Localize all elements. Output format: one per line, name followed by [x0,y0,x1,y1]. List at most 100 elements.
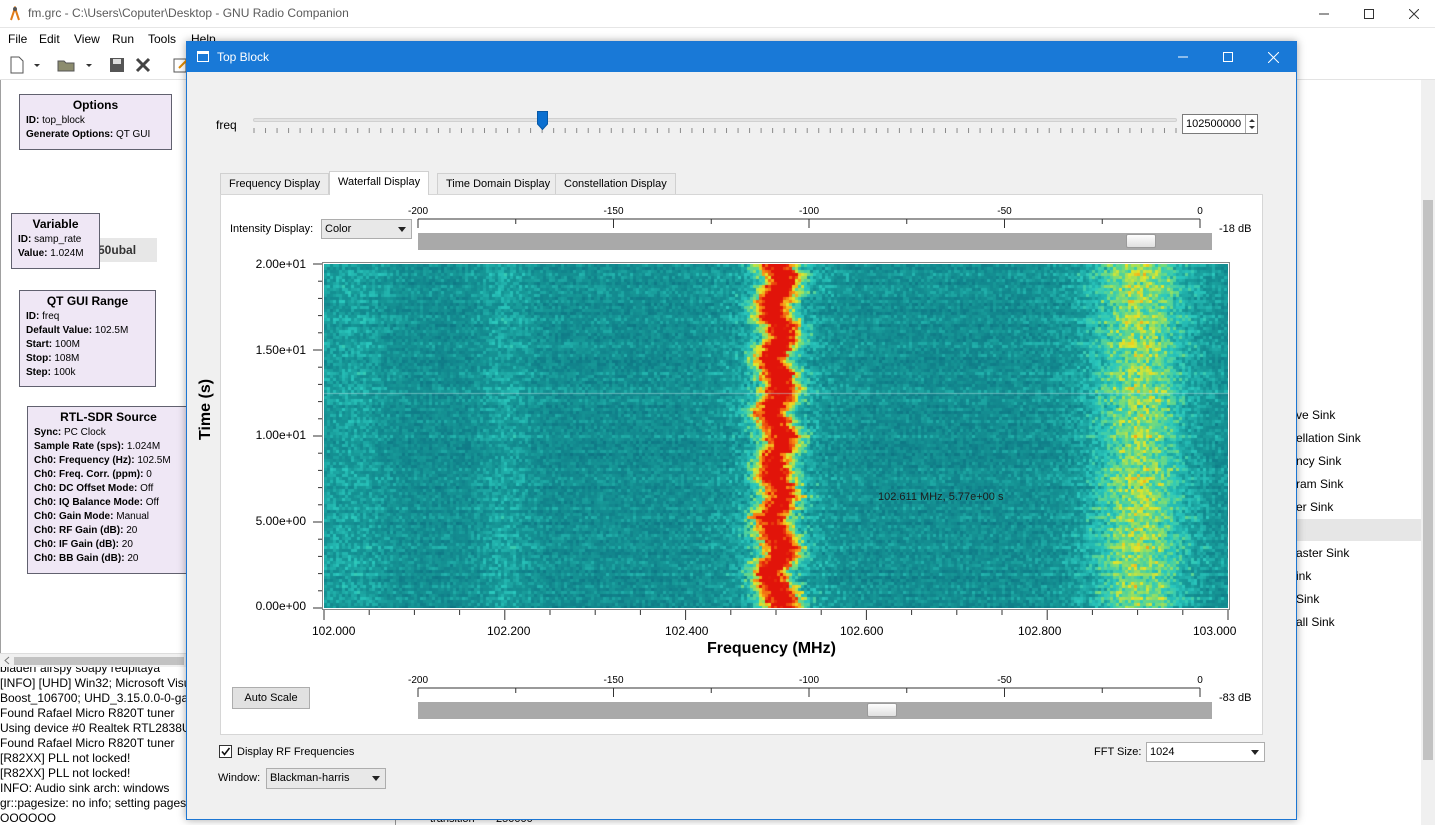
block-param: Sample Rate (sps): 1.024M [34,441,161,452]
tab-frequency-display[interactable]: Frequency Display [220,173,330,194]
close-file-icon[interactable] [134,56,152,74]
window-icon [197,51,209,62]
plot-frame [322,262,1230,610]
top-intensity-slider[interactable] [418,233,1212,250]
library-item[interactable]: all Sink [1296,615,1335,629]
top-intensity-handle[interactable] [1125,234,1156,248]
chevron-down-icon [1251,750,1259,755]
block-title: Variable [32,217,79,231]
console-line: [R82XX] PLL not locked! [0,751,131,765]
tab-time-domain-display[interactable]: Time Domain Display [437,173,560,194]
rtl-sdr-source-block[interactable]: RTL-SDR Source Sync: PC Clock Sample Rat… [27,406,189,574]
block-param: Ch0: IQ Balance Mode: Off [34,497,159,508]
auto-scale-button[interactable]: Auto Scale [232,687,310,709]
freq-slider-track[interactable] [253,118,1177,122]
scrollbar-thumb[interactable] [14,657,184,665]
freq-slider-handle[interactable] [536,111,548,130]
library-item[interactable]: ncy Sink [1296,454,1341,468]
block-param: Generate Options: QT GUI [26,129,151,140]
library-vertical-scrollbar[interactable] [1421,80,1435,825]
window-label: Window: [218,772,261,784]
menu-view[interactable]: View [74,32,100,46]
library-item[interactable]: er Sink [1296,500,1333,514]
top-block-titlebar: Top Block [187,42,1296,72]
fft-size-select[interactable]: 1024 [1146,742,1265,762]
display-rf-checkbox[interactable] [219,745,232,758]
tb-minimize-button[interactable] [1160,43,1206,71]
chevron-down-icon[interactable] [84,56,94,74]
library-item[interactable]: ve Sink [1296,408,1335,422]
block-param: Default Value: 102.5M [26,325,129,336]
menu-run[interactable]: Run [112,32,134,46]
window-value: Blackman-harris [270,772,350,784]
freq-spinbox[interactable]: 102500000 [1182,114,1258,134]
canvas-horizontal-scrollbar[interactable] [0,653,188,667]
scale-tick-label: -200 [408,675,428,686]
x-tick-label: 103.000 [1193,624,1237,638]
block-param: Ch0: Frequency (Hz): 102.5M [34,455,171,466]
intensity-display-value: Color [325,223,352,235]
chevron-down-icon[interactable] [32,56,42,74]
options-block[interactable]: Options ID: top_block Generate Options: … [19,94,172,150]
scale-tick-label: -100 [799,675,819,686]
scale-tick-label: -150 [603,675,623,686]
close-button[interactable] [1391,0,1435,28]
library-item[interactable]: ink [1296,569,1311,583]
console-line: bladerf airspy soapy redpitaya [0,667,161,675]
menu-file[interactable]: File [8,32,27,46]
tb-maximize-button[interactable] [1205,43,1251,71]
block-param: Step: 100k [26,367,76,378]
y-axis-label: Time (s) [197,378,214,440]
x-tick-label: 102.800 [1018,624,1062,638]
close-icon [1409,9,1419,19]
gnuradio-app-icon [10,6,20,21]
menu-tools[interactable]: Tools [148,32,176,46]
flowgraph-canvas[interactable]: Options ID: top_block Generate Options: … [0,80,189,653]
scale-tick-label: -200 [408,206,428,217]
block-param: Ch0: Freq. Corr. (ppm): 0 [34,469,152,480]
cursor-annotation: 102.611 MHz, 5.77e+00 s [878,491,1004,503]
library-item-selected[interactable] [1296,519,1421,541]
maximize-icon [1223,52,1233,62]
variable-block[interactable]: Variable ID: samp_rate Value: 1.024M [11,213,100,269]
qt-gui-range-block[interactable]: QT GUI Range ID: freq Default Value: 102… [19,290,156,387]
block-param: Ch0: BB Gain (dB): 20 [34,553,139,564]
open-folder-icon[interactable] [57,56,75,74]
chevron-left-icon[interactable] [3,656,11,665]
library-item[interactable]: Sink [1296,592,1319,606]
bottom-intensity-slider[interactable] [418,702,1212,719]
maximize-button[interactable] [1346,0,1392,28]
library-item[interactable]: aster Sink [1296,546,1349,560]
new-file-icon[interactable] [8,56,26,74]
chevron-down-icon [398,227,406,232]
x-tick-label: 102.600 [840,624,884,638]
save-icon[interactable] [108,56,126,74]
chevron-down-icon [372,776,380,781]
y-tick-label: 1.00e+01 [255,428,306,442]
bottom-intensity-handle[interactable] [867,703,898,717]
console-line: [INFO] [UHD] Win32; Microsoft Visu [0,676,188,690]
tab-waterfall-display[interactable]: Waterfall Display [329,171,430,195]
block-param: Ch0: DC Offset Mode: Off [34,483,154,494]
intensity-display-select[interactable]: Color [321,219,412,239]
spin-up-down-icon[interactable] [1246,115,1258,133]
library-item[interactable]: ellation Sink [1296,431,1361,445]
freq-label: freq [216,118,237,132]
top-block-window[interactable]: Top Block freq 102500000 Frequency Displ… [186,41,1297,820]
block-param: Sync: PC Clock [34,427,106,438]
menu-edit[interactable]: Edit [39,32,60,46]
window-select[interactable]: Blackman-harris [266,768,386,789]
display-rf-label: Display RF Frequencies [237,746,355,758]
library-item[interactable]: ram Sink [1296,477,1343,491]
scrollbar-thumb[interactable] [1423,200,1433,760]
x-tick-label: 102.200 [487,624,531,638]
maximize-icon [1364,9,1374,19]
block-param: ID: top_block [26,115,85,126]
spin-arrows[interactable] [1245,115,1257,133]
console-output[interactable]: bladerf airspy soapy redpitaya [INFO] [U… [0,667,188,825]
minimize-button[interactable] [1301,0,1347,28]
window-title: fm.grc - C:\Users\Coputer\Desktop - GNU … [28,6,349,20]
tb-close-button[interactable] [1250,43,1296,71]
tab-constellation-display[interactable]: Constellation Display [555,173,676,194]
scale-tick-label: -100 [799,206,819,217]
